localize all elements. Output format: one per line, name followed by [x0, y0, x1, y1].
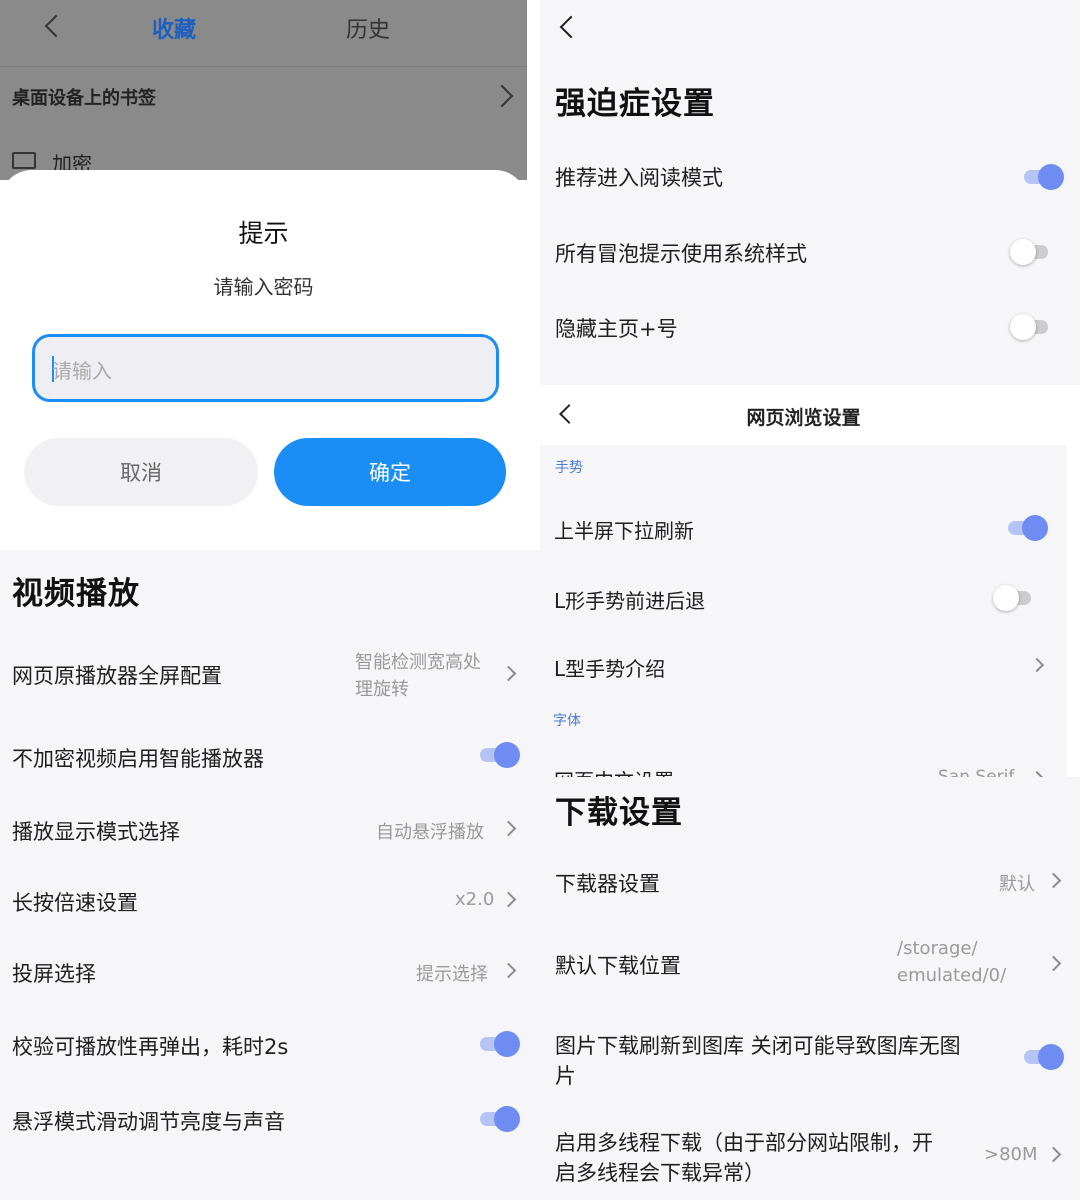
setting-value: 自动悬浮播放: [376, 822, 484, 843]
browse-settings-title: 网页浏览设置: [746, 407, 861, 429]
browse-settings-panel: 网页浏览设置 手势 上半屏下拉刷新 L形手势前进后退 L型手势介绍 字体 网页中…: [540, 385, 1067, 777]
setting-label: 隐藏主页+号: [555, 317, 678, 341]
chevron-right-icon: [1045, 955, 1062, 972]
toggle-switch[interactable]: [1004, 515, 1048, 541]
setting-label: L形手势前进后退: [554, 589, 706, 613]
setting-label: 下载器设置: [555, 872, 660, 896]
confirm-button[interactable]: 确定: [274, 438, 506, 506]
setting-label: 默认下载位置: [555, 954, 681, 978]
ocd-settings-title: 强迫症设置: [555, 86, 715, 122]
password-placeholder: 请输入: [52, 359, 112, 383]
header-divider: [0, 66, 527, 67]
setting-value: San Serif: [938, 767, 1015, 777]
tab-history[interactable]: 历史: [346, 12, 390, 44]
setting-label: 网页中文设置: [554, 765, 674, 777]
setting-label: 投屏选择: [12, 962, 96, 986]
setting-label: 片: [555, 1064, 576, 1088]
chevron-right-icon: [1045, 1146, 1062, 1163]
toggle-switch[interactable]: [1020, 164, 1064, 190]
download-settings-panel: 下载设置 下载器设置 默认 默认下载位置 /storage/ emulated/…: [540, 777, 1080, 1200]
chevron-right-icon: [500, 962, 517, 979]
setting-label: 上半屏下拉刷新: [554, 519, 694, 543]
chevron-right-icon: [500, 891, 517, 908]
section-label-gesture: 手势: [555, 460, 583, 476]
setting-label: 所有冒泡提示使用系统样式: [555, 242, 807, 266]
chevron-right-icon: [1045, 872, 1062, 889]
setting-label: 图片下载刷新到图库 关闭可能导致图库无图: [555, 1034, 961, 1058]
folder-icon: [12, 152, 36, 169]
setting-label: 不加密视频启用智能播放器: [12, 747, 264, 771]
cancel-button[interactable]: 取消: [24, 438, 258, 506]
setting-label: 启多线程会下载异常）: [555, 1161, 765, 1185]
dialog-title: 提示: [238, 219, 289, 248]
chevron-right-icon: [500, 665, 517, 682]
setting-label: 推荐进入阅读模式: [555, 166, 723, 190]
toggle-switch[interactable]: [476, 742, 520, 768]
setting-value: 提示选择: [416, 964, 488, 985]
setting-label: 悬浮模式滑动调节亮度与声音: [12, 1110, 285, 1134]
toggle-switch[interactable]: [476, 1106, 520, 1132]
setting-value: 智能检测宽高处: [355, 652, 481, 673]
video-settings-title: 视频播放: [12, 576, 140, 612]
toggle-switch[interactable]: [993, 585, 1037, 611]
chevron-right-icon: [500, 820, 517, 837]
toggle-switch[interactable]: [476, 1031, 520, 1057]
ocd-settings-panel: 强迫症设置 推荐进入阅读模式 所有冒泡提示使用系统样式 隐藏主页+号: [540, 0, 1080, 385]
chevron-right-icon: [1029, 657, 1045, 673]
toggle-switch[interactable]: [1010, 239, 1054, 265]
setting-value: >80M: [984, 1144, 1038, 1165]
setting-label: 播放显示模式选择: [12, 820, 180, 844]
toggle-switch[interactable]: [1010, 314, 1054, 340]
setting-label: 长按倍速设置: [12, 891, 138, 915]
bookmarks-dialog-panel: 收藏 历史 桌面设备上的书签 加密 提示 请输入密码 请输入 取消 确定: [0, 0, 527, 550]
back-arrow-icon[interactable]: [559, 15, 583, 39]
setting-label: 校验可播放性再弹出，耗时2s: [12, 1035, 289, 1059]
setting-value: /storage/: [897, 938, 978, 959]
setting-value: 默认: [999, 874, 1035, 895]
bookmark-folder-header[interactable]: 桌面设备上的书签: [12, 84, 156, 110]
tab-favorites[interactable]: 收藏: [152, 12, 196, 44]
toggle-switch[interactable]: [1020, 1044, 1064, 1070]
setting-label: 网页原播放器全屏配置: [12, 664, 222, 688]
setting-label: 启用多线程下载（由于部分网站限制，开: [555, 1131, 933, 1155]
dialog-message: 请输入密码: [213, 275, 314, 299]
section-label-font: 字体: [553, 713, 581, 729]
setting-value: 理旋转: [355, 679, 409, 700]
download-settings-title: 下载设置: [555, 795, 683, 831]
password-input[interactable]: 请输入: [32, 334, 499, 402]
setting-value: emulated/0/: [897, 965, 1007, 986]
setting-value: x2.0: [455, 889, 495, 910]
video-settings-panel: 视频播放 网页原播放器全屏配置 智能检测宽高处 理旋转 不加密视频启用智能播放器…: [0, 550, 540, 1200]
setting-label: L型手势介绍: [554, 657, 666, 681]
